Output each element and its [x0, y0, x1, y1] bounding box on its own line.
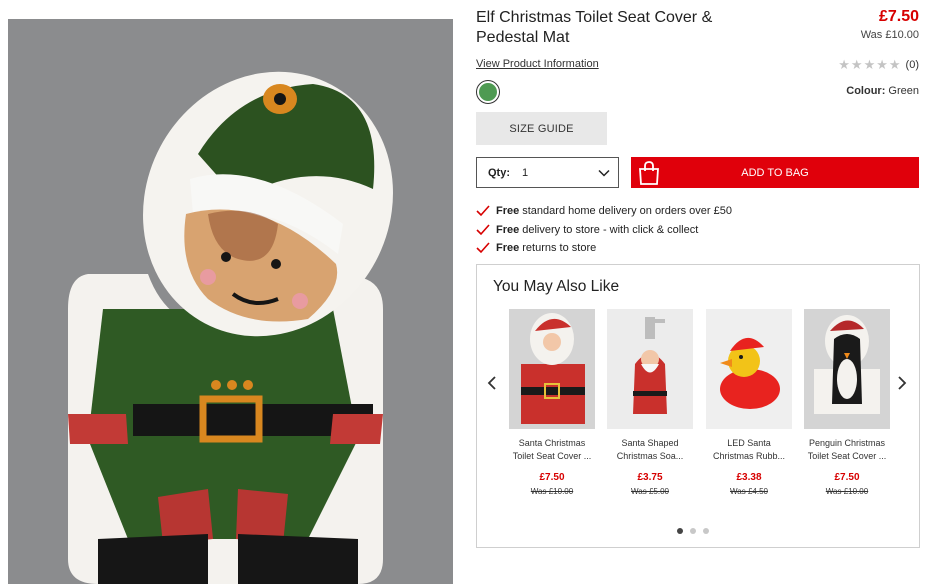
star-icon: ★ [850, 57, 863, 72]
quantity-select[interactable]: Qty: 1 [476, 157, 619, 188]
recommendation-price: £3.75 [637, 472, 663, 483]
recommendation-name: LED Santa Christmas Rubb... [712, 438, 786, 461]
colour-label-key: Colour: [846, 85, 886, 97]
recommendation-price: £7.50 [834, 472, 860, 483]
recommendation-image[interactable] [607, 309, 693, 429]
recommendation-item[interactable]: LED Santa Christmas Rubb... £3.38 Was £4… [706, 309, 792, 496]
star-icon: ★ [876, 57, 888, 72]
product-price: £7.50 [878, 8, 919, 25]
product-title: Elf Christmas Toilet Seat Cover & Pedest… [476, 9, 713, 46]
carousel-pagination [677, 528, 709, 534]
carousel-dot[interactable] [690, 528, 696, 534]
chevron-right-icon[interactable] [895, 375, 909, 391]
product-image[interactable] [8, 19, 453, 584]
add-to-bag-button[interactable]: ADD TO BAG [631, 157, 919, 188]
size-guide-button[interactable]: SIZE GUIDE [476, 112, 607, 145]
recommendation-was-price: Was £5.00 [631, 487, 669, 496]
recommendation-item[interactable]: Santa Christmas Toilet Seat Cover ... £7… [509, 309, 595, 496]
benefit-bold: Free [496, 223, 520, 236]
carousel-dot[interactable] [677, 528, 683, 534]
benefit-text: delivery to store - with click & collect [522, 223, 699, 236]
recommendation-was-price: Was £4.50 [730, 487, 768, 496]
colour-label: Colour: Green [846, 85, 919, 97]
carousel-dot[interactable] [703, 528, 709, 534]
view-product-information-link[interactable]: View Product Information [476, 58, 599, 70]
qty-value: 1 [522, 166, 529, 179]
recommendation-name: Santa Christmas Toilet Seat Cover ... [512, 438, 592, 461]
recommendation-was-price: Was £10.00 [825, 487, 869, 496]
star-icon: ★ [863, 57, 876, 72]
recommendation-price: £7.50 [539, 472, 565, 483]
rating-count: (0) [905, 59, 919, 71]
qty-label: Qty: [488, 166, 510, 179]
swatch-fill [479, 83, 497, 101]
add-to-bag-label: ADD TO BAG [741, 166, 809, 179]
star-icon: ★ [888, 57, 901, 72]
star-icon: ★ [838, 57, 850, 72]
recommendation-image[interactable] [509, 309, 595, 429]
recommendation-item[interactable]: Santa Shaped Christmas Soa... £3.75 Was … [607, 309, 693, 496]
checkmark-icon [476, 224, 490, 235]
colour-swatch-green[interactable] [476, 80, 500, 104]
chevron-left-icon[interactable] [485, 375, 499, 391]
benefit-item: Free returns to store [476, 239, 732, 258]
recommendation-image[interactable] [706, 309, 792, 429]
was-price: Was £10.00 [860, 29, 919, 41]
benefit-bold: Free [496, 242, 520, 255]
checkmark-icon [476, 205, 490, 217]
benefit-bold: Free [496, 205, 520, 218]
recommendation-was-price: Was £10.00 [530, 487, 574, 496]
benefit-text: standard home delivery on orders over £5… [522, 205, 732, 218]
recommendation-price: £3.38 [736, 472, 762, 483]
star-rating[interactable]: ★ ★ ★ ★ ★ (0) [838, 58, 919, 72]
chevron-down-icon [598, 169, 610, 177]
recommendation-image[interactable] [804, 309, 890, 429]
recommendation-item[interactable]: Penguin Christmas Toilet Seat Cover ... … [804, 309, 890, 496]
recommendations-title: You May Also Like [493, 278, 620, 295]
benefit-text: returns to store [522, 242, 597, 255]
recommendation-name: Penguin Christmas Toilet Seat Cover ... [807, 438, 887, 461]
shopping-bag-icon [639, 161, 659, 185]
recommendation-name: Santa Shaped Christmas Soa... [616, 438, 684, 461]
checkmark-icon [476, 242, 490, 254]
recommendations-panel: You May Also Like Santa Christmas Toilet… [476, 264, 920, 548]
benefit-item: Free delivery to store - with click & co… [476, 221, 732, 240]
delivery-benefits-list: Free standard home delivery on orders ov… [476, 202, 732, 258]
colour-label-value: Green [888, 85, 919, 97]
benefit-item: Free standard home delivery on orders ov… [476, 202, 732, 221]
